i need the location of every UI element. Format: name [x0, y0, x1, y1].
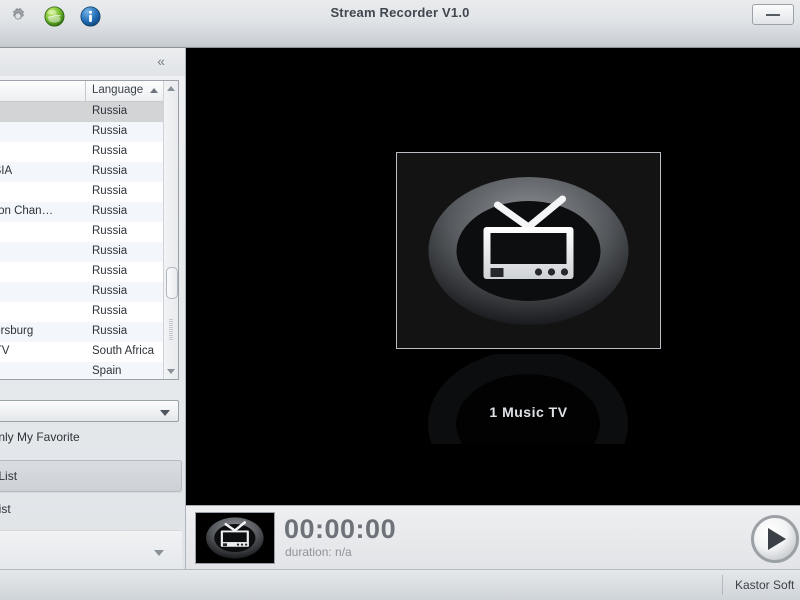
cell-language: Russia	[92, 265, 128, 277]
status-brand-label: Kastor Soft	[735, 578, 795, 592]
cell-language: Russia	[92, 225, 128, 237]
elapsed-timecode: 00:00:00	[284, 514, 397, 544]
transport-bar: 00:00:00 duration: n/a	[186, 505, 800, 569]
channel-logo-reflection	[396, 354, 661, 444]
sidebar-header: st «	[0, 48, 185, 76]
cell-language: Russia	[92, 305, 128, 317]
cell-channel-name: SIA	[0, 182, 86, 202]
column-header-name[interactable]	[0, 81, 86, 101]
cell-language: South Africa	[92, 345, 155, 357]
cell-channel-name: RUSIA	[0, 165, 13, 177]
cell-language: Russia	[92, 105, 128, 117]
channel-list-table[interactable]: Language TV Russia Russia Russia RUSIA Russia…	[0, 80, 179, 380]
cell-language: Russia	[92, 205, 128, 217]
table-row[interactable]: Spain	[0, 362, 165, 379]
collapse-sidebar-button[interactable]: «	[153, 51, 169, 71]
cell-channel-name	[0, 362, 86, 379]
cell-channel-name: TV	[0, 102, 86, 122]
table-row[interactable]: SIA Russia	[0, 182, 165, 202]
table-header-row: Language	[0, 81, 178, 102]
scrollbar-grip-icon	[169, 319, 173, 341]
status-separator	[722, 575, 723, 595]
tv-logo-icon	[428, 176, 628, 325]
language-filter-select[interactable]: [All]	[0, 400, 179, 422]
table-row[interactable]: Russia	[0, 282, 165, 302]
cell-language: Russia	[92, 165, 128, 177]
cell-channel-name	[0, 302, 86, 322]
channel-logo-frame	[396, 152, 661, 349]
table-row[interactable]: Russia	[0, 302, 165, 322]
scroll-up-button[interactable]	[164, 81, 178, 96]
only-my-favorite-label: Only My Favorite	[0, 430, 80, 444]
cell-channel-name: wn TV	[0, 345, 10, 357]
cell-channel-name: ashion Chan…	[0, 205, 54, 217]
table-row[interactable]: TV Russia	[0, 102, 165, 122]
cell-channel-name	[0, 142, 86, 162]
video-preview-area[interactable]: 1 Music TV	[186, 48, 800, 505]
table-body: TV Russia Russia Russia RUSIA Russia SIA Russia…	[0, 102, 165, 379]
cell-language: Russia	[92, 325, 128, 337]
column-header-language[interactable]: Language	[86, 81, 165, 101]
chevron-down-icon	[160, 410, 170, 416]
cell-language: Russia	[92, 145, 128, 157]
table-row[interactable]: ashion Chan… Russia	[0, 202, 165, 222]
title-bar: Stream Recorder V1.0	[0, 0, 800, 48]
sidebar: st « Language TVRussiaRussiaRussiaRUSIAR…	[0, 48, 186, 600]
sidebar-item-record-list-label: rd List	[0, 501, 11, 516]
cell-language: Spain	[92, 365, 122, 377]
cell-channel-name	[0, 242, 86, 262]
chevron-down-icon	[167, 369, 175, 374]
minimize-button[interactable]	[752, 4, 794, 25]
list-vertical-scrollbar[interactable]	[163, 81, 178, 379]
sidebar-accordion: nel List rd List	[0, 460, 182, 524]
cell-channel-name: Petersburg	[0, 325, 34, 337]
only-my-favorite-checkbox[interactable]: Only My Favorite	[0, 430, 80, 444]
cell-language: Russia	[92, 285, 128, 297]
channel-name-label: 1 Music TV	[489, 404, 568, 420]
application-window: Stream Recorder V1.0 st « Language TV Rus…	[0, 0, 800, 600]
table-row[interactable]: RUSIA Russia	[0, 162, 165, 182]
table-row[interactable]: Petersburg Russia	[0, 322, 165, 342]
tv-logo-reflection-icon	[428, 354, 628, 444]
sidebar-item-channel-list-label: nel List	[0, 469, 18, 483]
sidebar-item-channel-list[interactable]: nel List	[0, 460, 182, 492]
chevron-up-icon	[167, 86, 175, 91]
table-row[interactable]: Russia	[0, 222, 165, 242]
scroll-down-button[interactable]	[164, 364, 178, 379]
cell-channel-name	[0, 262, 86, 282]
status-bar: Kastor Soft	[0, 569, 800, 600]
table-row[interactable]: Russia	[0, 142, 165, 162]
tv-logo-icon	[206, 517, 264, 559]
cell-channel-name	[0, 282, 86, 302]
cell-language: Russia	[92, 185, 128, 197]
window-title: Stream Recorder V1.0	[330, 5, 470, 20]
chevron-down-icon	[154, 550, 164, 556]
current-channel-thumbnail[interactable]	[195, 512, 275, 564]
scrollbar-thumb[interactable]	[166, 267, 178, 299]
column-header-language-label: Language	[92, 84, 144, 96]
cell-language: Russia	[92, 125, 128, 137]
table-row[interactable]: Russia	[0, 262, 165, 282]
table-row[interactable]: Russia	[0, 242, 165, 262]
table-row[interactable]: wn TV South Africa	[0, 342, 165, 362]
table-row[interactable]: Russia	[0, 122, 165, 142]
cell-language: Russia	[92, 245, 128, 257]
play-icon	[768, 528, 786, 550]
sidebar-bottom-panel[interactable]	[0, 530, 182, 574]
sort-ascending-icon	[150, 88, 158, 93]
cell-channel-name	[0, 222, 86, 242]
cell-channel-name	[0, 122, 86, 142]
sidebar-item-record-list[interactable]: rd List	[0, 492, 182, 524]
play-button[interactable]	[751, 515, 799, 563]
duration-label: duration: n/a	[285, 545, 352, 559]
